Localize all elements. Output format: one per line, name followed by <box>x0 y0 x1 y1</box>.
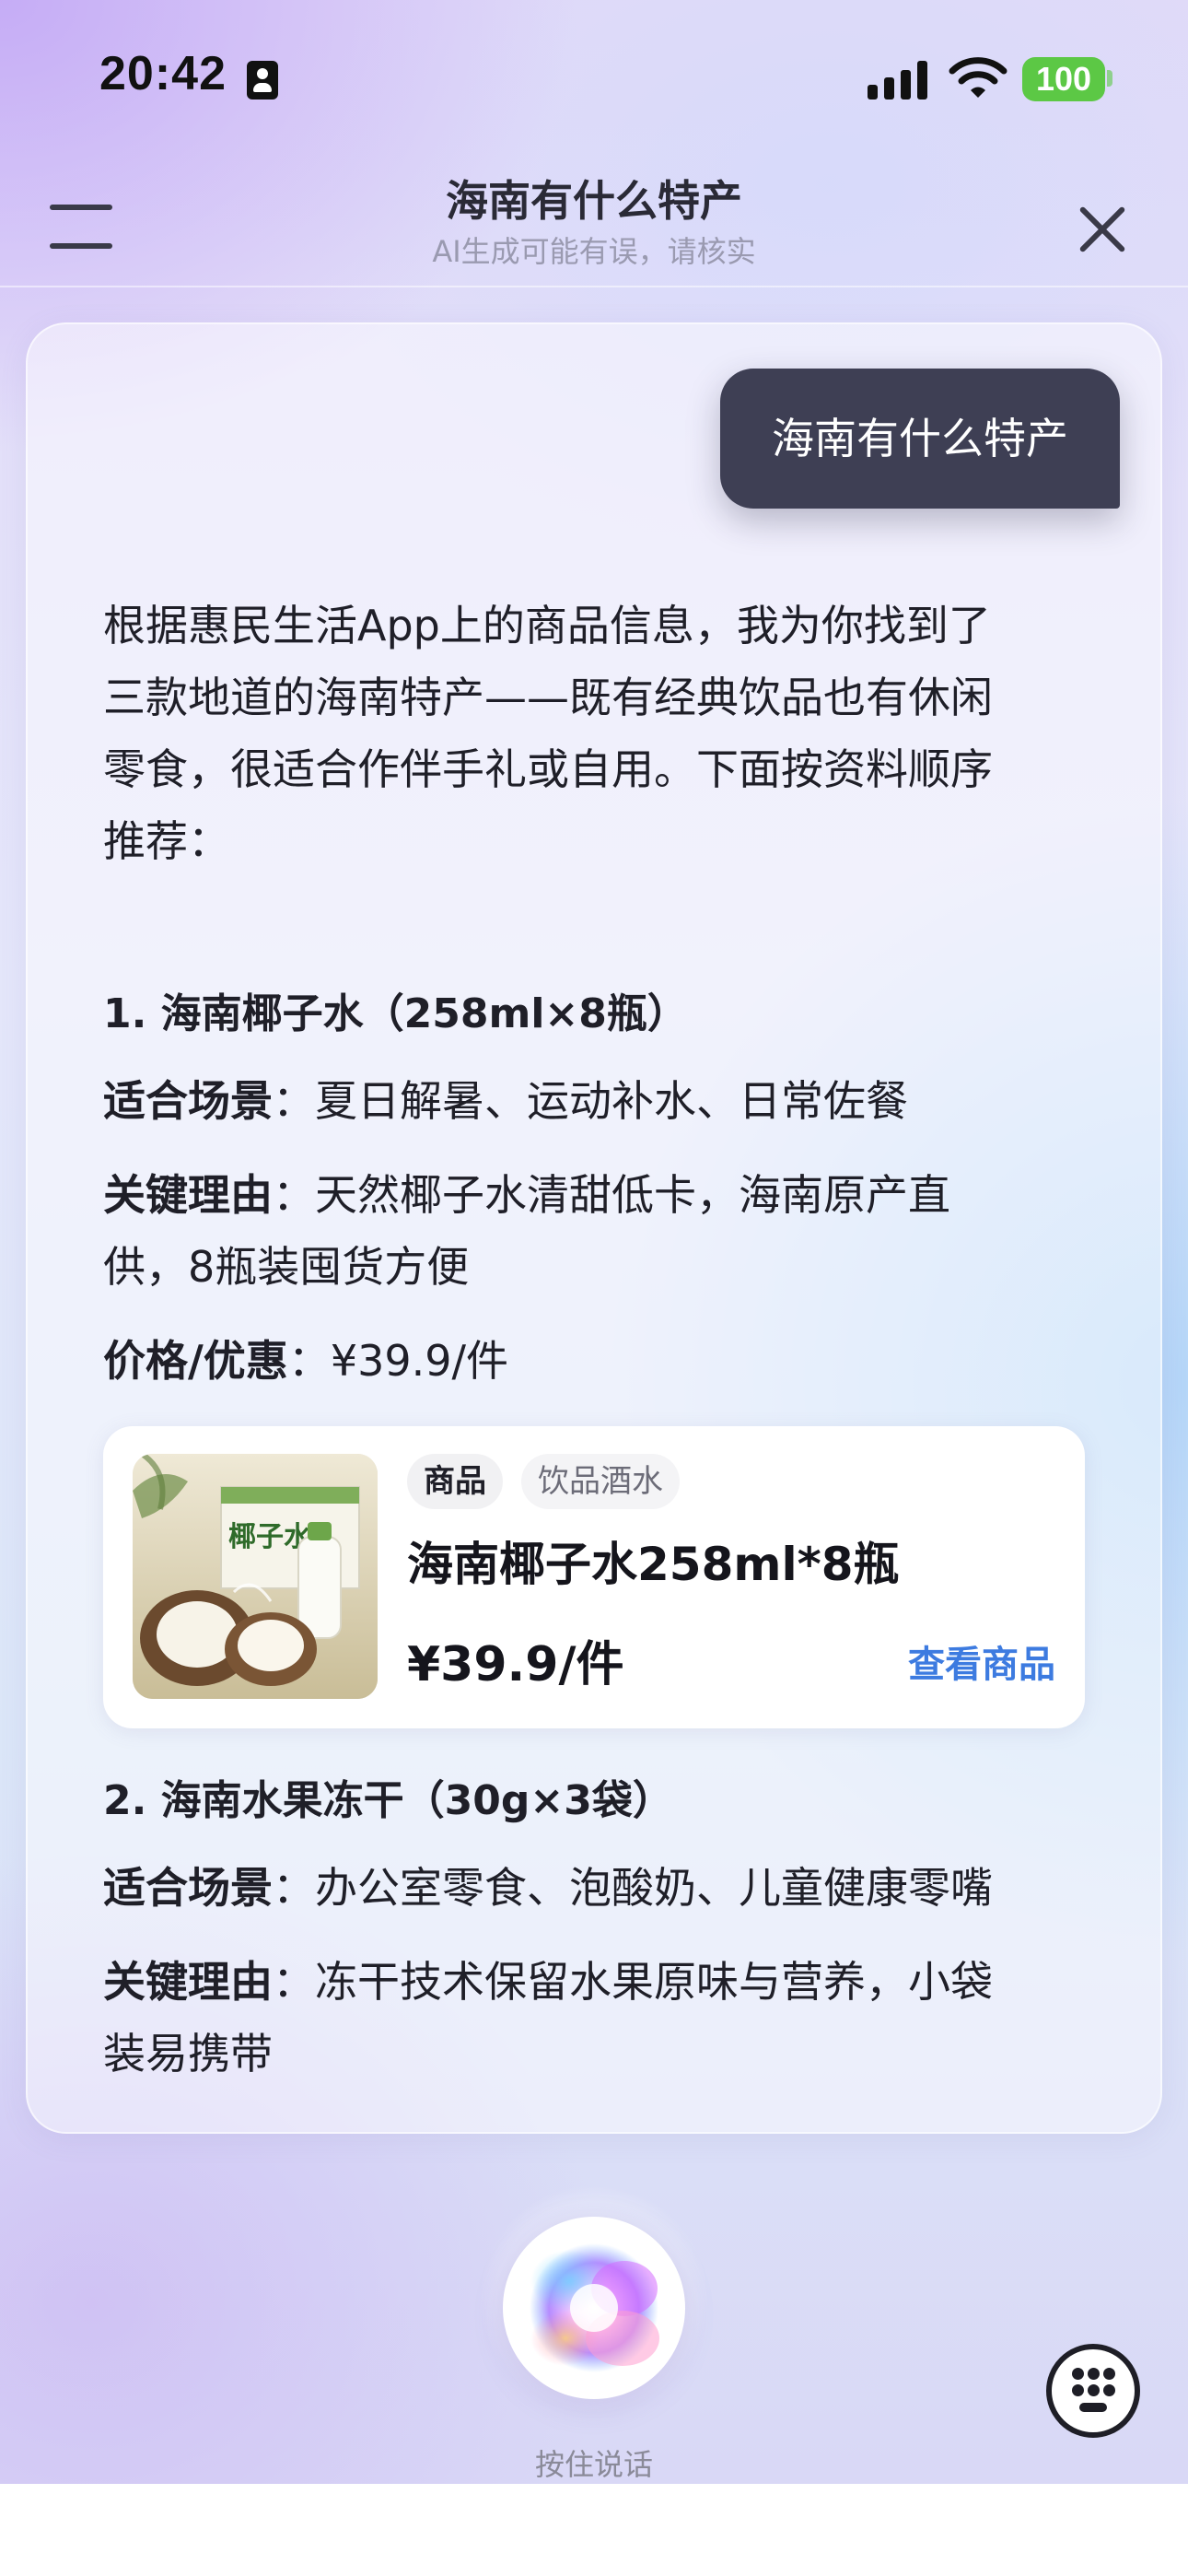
view-product-link[interactable]: 查看商品 <box>908 1634 1055 1688</box>
answer-line: 推荐： <box>103 816 230 866</box>
product-tag: 商品 <box>407 1454 503 1509</box>
answer-intro: 根据惠民生活App上的商品信息，我为你找到了 三款地道的海南特产——既有经典饮品… <box>103 590 1079 877</box>
reason-value: ：天然椰子水清甜低卡，海南原产直 <box>273 1170 950 1220</box>
close-icon[interactable] <box>1076 203 1129 256</box>
voice-button[interactable] <box>503 2217 685 2399</box>
battery-nub <box>1107 70 1112 87</box>
page-subtitle: AI生成可能有误，请核实 <box>432 234 756 269</box>
battery-icon: 100 <box>1022 57 1105 101</box>
answer-line: 根据惠民生活App上的商品信息，我为你找到了 <box>103 601 991 650</box>
product-image[interactable]: 椰子水 <box>133 1454 378 1699</box>
scenario-key: 适合场景 <box>103 1863 273 1913</box>
product-category-tag: 饮品酒水 <box>521 1454 680 1509</box>
voice-label: 按住说话 <box>534 2447 653 2482</box>
answer-line: 零食，很适合作伴手礼或自用。下面按资料顺序 <box>103 744 993 794</box>
header-divider <box>0 286 1188 287</box>
product-image-art: 椰子水 <box>133 1454 378 1699</box>
reason-key: 关键理由 <box>103 1957 273 2007</box>
wifi-icon <box>949 57 1007 98</box>
reason-value-cont: 装易携带 <box>103 2029 273 2078</box>
status-bar: 20:42 100 <box>0 0 1188 157</box>
scenario-value: ：办公室零食、泡酸奶、儿童健康零嘴 <box>273 1863 993 1913</box>
price-key: 价格/优惠 <box>103 1336 288 1386</box>
scenario-value: ：夏日解暑、运动补水、日常佐餐 <box>273 1076 908 1126</box>
item-heading: 1. 海南椰子水（258ml×8瓶） <box>103 990 688 1037</box>
voice-orb-icon <box>530 2243 659 2372</box>
page-title: 海南有什么特产 <box>446 176 742 226</box>
keyboard-icon[interactable] <box>1046 2344 1140 2438</box>
status-time: 20:42 <box>99 47 227 100</box>
person-badge-icon <box>247 61 278 100</box>
scenario-key: 适合场景 <box>103 1076 273 1126</box>
user-message-bubble: 海南有什么特产 <box>720 369 1120 509</box>
reason-value-cont: 供，8瓶装囤货方便 <box>103 1242 470 1292</box>
item-scenario: 适合场景：办公室零食、泡酸奶、儿童健康零嘴 <box>103 1852 1079 1924</box>
price-value: ：¥39.9/件 <box>287 1336 508 1386</box>
signal-icon <box>868 59 928 100</box>
item-price: 价格/优惠：¥39.9/件 <box>103 1325 1079 1397</box>
reason-value: ：冻干技术保留水果原味与营养，小袋 <box>273 1957 993 2007</box>
product-card[interactable]: 椰子水 商品 饮品酒水 海南椰子水258ml*8瓶 ¥39.9/件 查看商品 <box>103 1426 1085 1728</box>
item-heading: 2. 海南水果冻干（30g×3袋） <box>103 1777 673 1824</box>
reason-key: 关键理由 <box>103 1170 273 1220</box>
item-reason: 关键理由：冻干技术保留水果原味与营养，小袋 装易携带 <box>103 1946 1079 2090</box>
item-reason: 关键理由：天然椰子水清甜低卡，海南原产直 供，8瓶装囤货方便 <box>103 1159 1079 1303</box>
answer-line: 三款地道的海南特产——既有经典饮品也有休闲 <box>103 673 993 722</box>
product-price: ¥39.9/件 <box>407 1637 624 1692</box>
header: 海南有什么特产 AI生成可能有误，请核实 <box>0 157 1188 286</box>
product-name[interactable]: 海南椰子水258ml*8瓶 <box>407 1528 900 1594</box>
item-scenario: 适合场景：夏日解暑、运动补水、日常佐餐 <box>103 1065 1079 1137</box>
